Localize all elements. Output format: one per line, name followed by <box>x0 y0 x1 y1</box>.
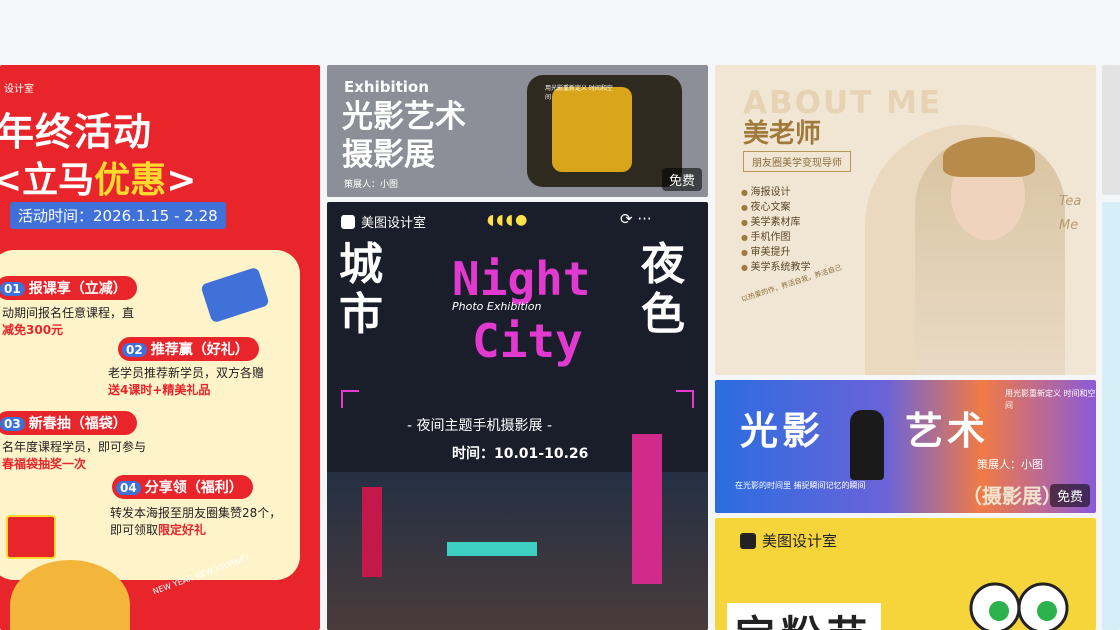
template-card-year-end[interactable]: 设计室 年终活动 <立马优惠> 活动时间：2026.1.15 - 2.28 01… <box>0 65 320 630</box>
free-badge: 免费 <box>661 168 702 191</box>
offer-2-text: 老学员推荐新学员，双方各赠 送4课时+精美礼品 <box>108 366 265 397</box>
script-text: Tea Me <box>1059 194 1082 233</box>
template-card-night-city[interactable]: 美图设计室 ◖◖◖● ⟳ ··· 城市 夜色 Night Photo Exhib… <box>327 202 708 630</box>
card-subheadline: <立马优惠> <box>0 160 197 201</box>
figure-silhouette <box>850 410 884 480</box>
offer-3-text: 名年度课程学员，即可参与 春福袋抽奖一次 <box>2 440 147 471</box>
event-time: 时间：10.01-10.26 <box>452 446 589 462</box>
card-title: 宝粉节 <box>727 603 881 630</box>
offer-2-title: 02 推荐赢（好礼） <box>118 337 259 361</box>
card-subtitle: - 夜间主题手机摄影展 - <box>407 418 553 434</box>
curator-text: 策展人：小图 <box>977 458 1043 471</box>
card-brand: 美图设计室 <box>740 530 837 551</box>
template-card-fan-festival[interactable]: 美图设计室 宝粉节 <box>715 518 1096 630</box>
template-card-light-art[interactable]: 光影 艺术 用光影重新定义 时间和空间 策展人：小图 （摄影展） 在光影的时间里… <box>715 380 1096 513</box>
brand-logo-icon <box>740 533 756 549</box>
card-small-text: 用光影重新定义 时间和空间 <box>545 85 613 101</box>
card-small-text: 用光影重新定义 时间和空间 <box>1005 389 1096 410</box>
profile-name: 美老师 <box>743 119 822 149</box>
gift-icon <box>6 515 56 559</box>
neon-sign <box>632 434 662 584</box>
cartoon-eyes-icon <box>969 582 1069 630</box>
bracket-decoration <box>676 390 694 408</box>
offer-4-title: 04 分享领（福利） <box>112 475 253 499</box>
card-tagline: 在光影的时间里 捕捉瞬间记忆的瞬间 <box>735 481 866 490</box>
bracket-decoration <box>341 390 359 408</box>
neon-sign <box>447 542 537 556</box>
neon-sign <box>362 487 382 577</box>
top-bar <box>0 0 1120 64</box>
offer-4-text: 转发本海报至朋友圈集赞28个， 即可领取限定好礼 <box>110 506 282 537</box>
card-en-title: Exhibition <box>344 78 429 96</box>
free-badge: 免费 <box>1049 484 1090 507</box>
offer-1-title: 01 报课享（立减） <box>0 276 137 300</box>
moon-icons: ◖◖◖● <box>487 212 530 228</box>
curator-text: 策展人：小图 <box>344 180 399 190</box>
template-card-about-me[interactable]: ABOUT ME 美老师 朋友圈美学变现导师 海报设计夜心文案美学素材库 手机作… <box>715 65 1096 375</box>
card-title: 光影艺术 摄影展 <box>342 99 466 173</box>
card-headline: 年终活动 <box>0 110 153 154</box>
brand-logo-icon <box>341 215 355 229</box>
offer-1-text: 动期间报名任意课程，直 减免300元 <box>2 306 135 337</box>
portrait-hair <box>943 137 1035 177</box>
card-brand: 设计室 <box>4 84 34 95</box>
vertical-title-right: 夜色 <box>641 239 685 340</box>
template-card-partial[interactable] <box>1102 202 1120 630</box>
refresh-more-icon: ⟳ ··· <box>620 210 652 228</box>
city-title: City <box>472 314 583 368</box>
vertical-title-left: 城市 <box>339 239 383 340</box>
offer-3-title: 03 新春抽（福袋） <box>0 411 137 435</box>
photo-exhibition-script: Photo Exhibition <box>452 300 542 313</box>
card-brand: 美图设计室 <box>341 212 426 231</box>
night-title: Night <box>452 252 591 306</box>
service-list: 海报设计夜心文案美学素材库 手机作图审美提升美学系统教学 <box>741 185 811 275</box>
template-card-exhibition[interactable]: 用光影重新定义 时间和空间 Exhibition 光影艺术 摄影展 策展人：小图 … <box>327 65 708 197</box>
card-title-left: 光影 <box>740 409 825 453</box>
card-subtitle: （摄影展） <box>962 484 1062 508</box>
template-card-partial[interactable] <box>1102 65 1120 195</box>
event-date: 活动时间：2026.1.15 - 2.28 <box>10 202 226 229</box>
profile-role: 朋友圈美学变现导师 <box>743 151 851 172</box>
card-title-right: 艺术 <box>905 409 990 453</box>
